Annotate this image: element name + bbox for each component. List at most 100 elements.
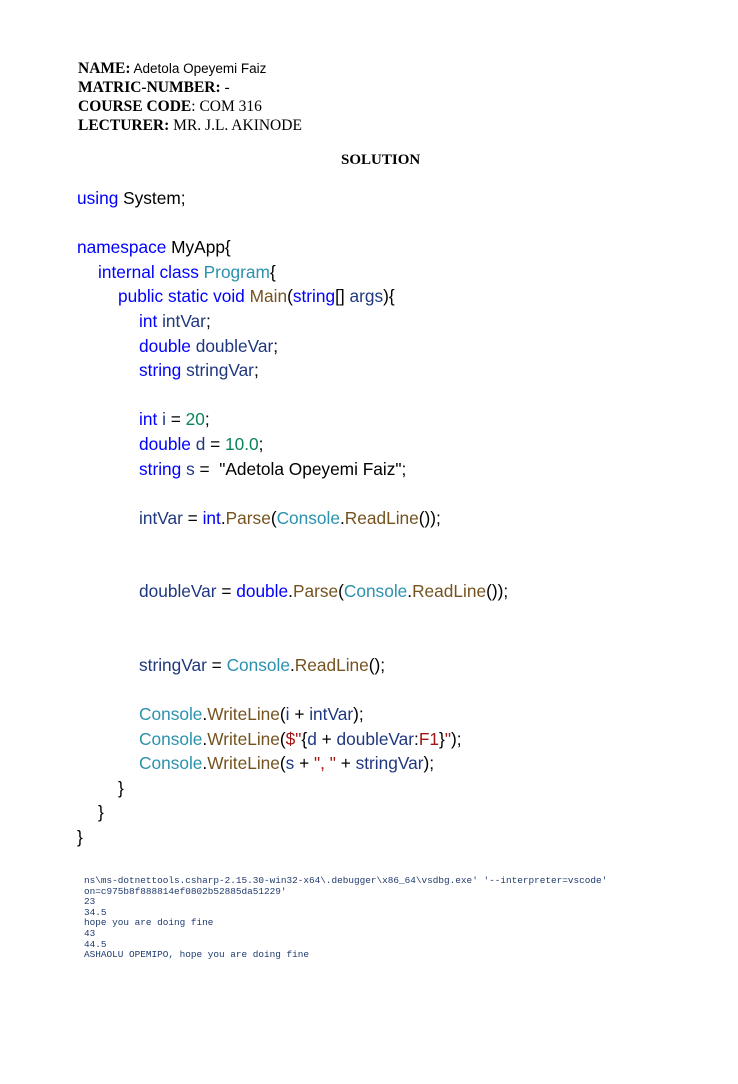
- lecturer-line: LECTURER: MR. J.L. AKINODE: [78, 116, 302, 135]
- course-label: COURSE CODE: [78, 98, 192, 115]
- operator: =: [165, 409, 186, 430]
- punctuation: ;: [204, 409, 210, 430]
- code-line: Console.WriteLine(s + ", " + stringVar);: [77, 751, 508, 776]
- code-block: using System; namespace MyApp{ internal …: [77, 186, 508, 850]
- type-name: Console: [139, 704, 203, 725]
- code-line: double d = 10.0;: [77, 432, 508, 457]
- variable: d: [307, 728, 317, 749]
- punctuation: ());: [418, 507, 441, 528]
- type-name: Console: [139, 728, 203, 749]
- punctuation: ){: [383, 286, 395, 307]
- code-line: }: [77, 825, 508, 850]
- keyword: string: [139, 458, 182, 479]
- console-line: ns\ms-dotnettools.csharp-2.15.30-win32-x…: [84, 875, 608, 886]
- keyword: int: [139, 310, 158, 331]
- operator: =: [194, 458, 220, 479]
- type-name: Console: [276, 507, 340, 528]
- string-literal: $": [285, 728, 302, 749]
- punctuation: ;: [205, 310, 211, 331]
- variable: doubleVar: [190, 335, 274, 356]
- string-literal: ", ": [314, 753, 336, 774]
- method-name: WriteLine: [207, 704, 280, 725]
- code-line: using System;: [77, 186, 508, 211]
- punctuation: );: [353, 704, 364, 725]
- method-name: WriteLine: [207, 728, 280, 749]
- code-line: internal class Program{: [77, 260, 508, 285]
- variable: d: [190, 433, 206, 454]
- code-line: namespace MyApp{: [77, 235, 508, 260]
- method-name: Parse: [292, 581, 339, 602]
- punctuation: ());: [486, 581, 509, 602]
- operator: =: [206, 654, 227, 675]
- code-line: int intVar;: [77, 309, 508, 334]
- punctuation: ;: [258, 433, 264, 454]
- variable: s: [181, 458, 195, 479]
- solution-heading: SOLUTION: [341, 152, 421, 168]
- closing-brace: }: [98, 802, 104, 823]
- keyword: double: [236, 581, 289, 602]
- type-name: Program: [198, 261, 270, 282]
- variable: intVar: [139, 507, 183, 528]
- console-line: 23: [84, 896, 96, 908]
- matric-label: MATRIC-NUMBER:: [78, 79, 221, 96]
- code-line: stringVar = Console.ReadLine();: [77, 653, 508, 678]
- keyword: int: [139, 409, 158, 430]
- keyword: double: [139, 335, 191, 356]
- number-literal: 20: [185, 409, 205, 430]
- lecturer-label: LECTURER:: [78, 117, 170, 134]
- code-line: Console.WriteLine(i + intVar);: [77, 702, 508, 727]
- punctuation: ();: [368, 654, 386, 675]
- variable: doubleVar: [139, 581, 217, 602]
- method-name: WriteLine: [207, 753, 280, 774]
- code-line: }: [77, 776, 508, 801]
- document-header: NAME: Adetola Opeyemi Faiz MATRIC-NUMBER…: [78, 59, 302, 135]
- code-line: public static void Main(string[] args){: [77, 284, 508, 309]
- operator: +: [316, 728, 337, 749]
- method-name: ReadLine: [344, 507, 419, 528]
- console-line: on=c975b8f888814ef0802b52885da51229': [84, 885, 287, 897]
- keyword: public static void: [118, 286, 245, 307]
- operator: +: [294, 753, 315, 774]
- code-text: MyApp{: [166, 237, 231, 258]
- name-line: NAME: Adetola Opeyemi Faiz: [78, 59, 302, 78]
- variable: stringVar: [355, 753, 424, 774]
- variable: intVar: [309, 704, 354, 725]
- course-value: : COM 316: [191, 98, 262, 115]
- keyword: using: [77, 188, 119, 208]
- matric-value: -: [220, 79, 230, 96]
- code-line: }: [77, 800, 508, 825]
- string-literal: "Adetola Opeyemi Faiz";: [219, 458, 407, 479]
- operator: +: [289, 704, 310, 725]
- operator: =: [216, 581, 237, 602]
- console-line: ASHAOLU OPEMIPO, hope you are doing fine: [84, 949, 310, 961]
- punctuation: {: [269, 261, 276, 282]
- type-name: Console: [139, 753, 203, 774]
- variable: doubleVar: [336, 728, 415, 749]
- name-label: NAME:: [78, 60, 131, 77]
- punctuation: []: [335, 286, 345, 307]
- type-name: Console: [343, 581, 408, 602]
- code-line: intVar = int.Parse(Console.ReadLine());: [77, 506, 508, 531]
- console-line: 43: [84, 927, 96, 939]
- closing-brace: }: [118, 777, 124, 798]
- variable: intVar: [157, 310, 206, 331]
- keyword: string: [139, 360, 182, 381]
- method-name: Parse: [225, 507, 271, 528]
- method-name: Main: [244, 286, 288, 307]
- keyword: string: [292, 286, 336, 307]
- matric-line: MATRIC-NUMBER: -: [78, 78, 302, 97]
- type-name: Console: [226, 654, 290, 675]
- code-line: doubleVar = double.Parse(Console.ReadLin…: [77, 579, 508, 604]
- code-line: Console.WriteLine($"{d + doubleVar:F1}")…: [77, 727, 508, 752]
- variable: args: [344, 286, 384, 307]
- keyword: double: [139, 433, 191, 454]
- code-line: string s = "Adetola Opeyemi Faiz";: [77, 457, 508, 482]
- operator: +: [335, 753, 356, 774]
- keyword: internal class: [98, 261, 199, 282]
- number-literal: 10.0: [225, 433, 259, 454]
- punctuation: );: [423, 753, 435, 774]
- operator: =: [182, 507, 203, 528]
- course-line: COURSE CODE: COM 316: [78, 97, 302, 116]
- code-text: System;: [118, 188, 186, 208]
- keyword: int: [202, 507, 221, 528]
